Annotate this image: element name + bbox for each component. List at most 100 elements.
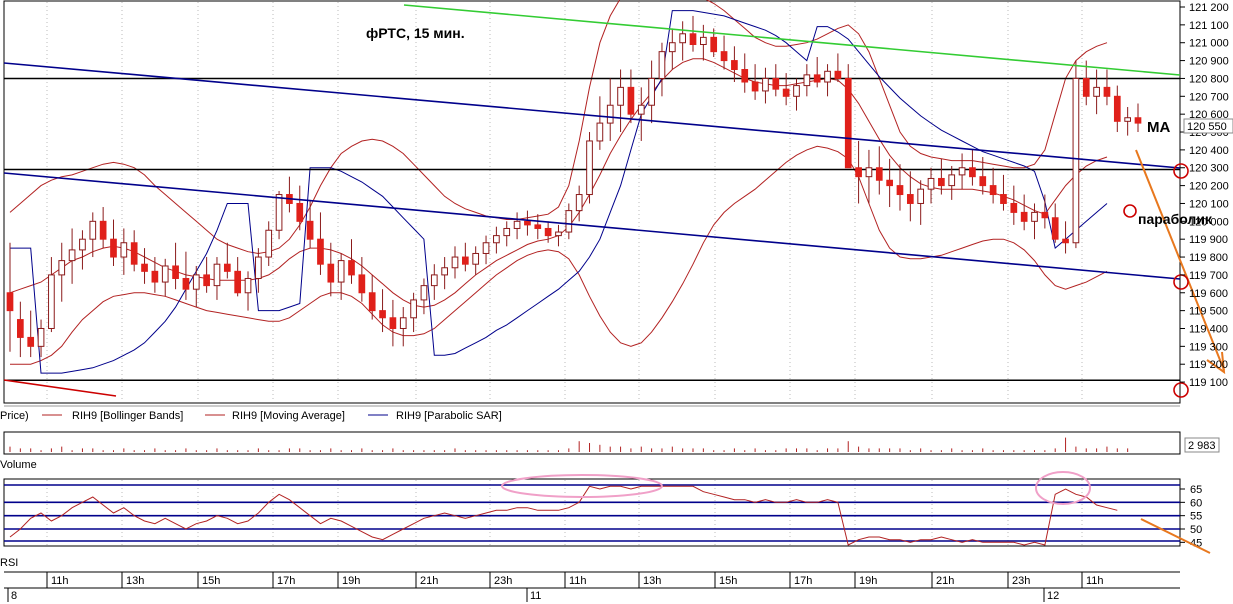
day-tick-label: 12	[1047, 590, 1059, 602]
candle-down	[751, 81, 759, 92]
candle-up	[79, 238, 86, 251]
time-tick-label: 15h	[202, 575, 220, 587]
candle-up	[255, 256, 262, 279]
candle-down	[348, 260, 355, 276]
candle-down	[731, 60, 738, 71]
candle-up	[596, 122, 604, 142]
candle-up	[958, 167, 966, 176]
day-tick-label: 11	[530, 590, 541, 602]
last-price-value: 120 550	[1187, 121, 1227, 133]
legend-sar: RIH9 [Parabolic SAR]	[396, 410, 502, 422]
candle-down	[358, 274, 366, 294]
candle-up	[606, 104, 614, 124]
candle-down	[17, 319, 24, 338]
price-tick-label: 121 200	[1189, 2, 1229, 14]
price-tick-label: 120 800	[1189, 73, 1229, 85]
candle-up	[1031, 211, 1038, 222]
time-tick-label: 21h	[420, 575, 438, 587]
candle-down	[741, 69, 749, 83]
price-axis: 121 200 121 100 121 000 120 900 120 800 120 7…	[1180, 2, 1229, 389]
candle-down	[1000, 194, 1007, 204]
time-tick-label: 13h	[643, 575, 661, 587]
candle-up	[68, 249, 76, 262]
candle-down	[710, 36, 718, 53]
candle-down	[906, 194, 914, 204]
candle-up	[948, 174, 956, 187]
volume-last-value: 2 983	[1188, 440, 1216, 452]
candle-up	[430, 274, 438, 287]
price-tick-label: 119 600	[1189, 288, 1228, 300]
price-tick-label: 120 700	[1189, 91, 1229, 103]
time-tick-label: 17h	[794, 575, 812, 587]
candle-up	[762, 77, 769, 92]
candle-up	[265, 229, 273, 258]
candle-down	[1113, 95, 1121, 122]
ma-annotation: МА	[1147, 119, 1170, 136]
price-tick-label: 119 500	[1189, 306, 1228, 318]
time-tick-label: 19h	[859, 575, 877, 587]
day-tick-label: 8	[11, 590, 17, 602]
volume-label: Volume	[0, 459, 37, 471]
candle-up	[420, 285, 428, 301]
candle-up	[37, 327, 45, 347]
rsi-tick-label: 55	[1190, 511, 1202, 523]
candle-up	[865, 167, 873, 178]
candle-up	[1124, 117, 1131, 122]
candle-up	[637, 104, 645, 115]
candle-down	[141, 263, 148, 272]
candle-down	[989, 185, 997, 196]
candle-down	[938, 177, 945, 187]
candle-down	[1062, 238, 1069, 244]
candle-down	[296, 202, 304, 222]
candle-down	[1020, 211, 1028, 222]
candle-down	[368, 292, 376, 312]
candle-down	[896, 185, 904, 196]
candle-up	[472, 252, 480, 265]
time-tick-label: 15h	[719, 575, 737, 587]
candle-up	[451, 256, 459, 269]
candle-up	[410, 299, 417, 319]
candle-down	[379, 310, 386, 319]
candle-down	[544, 227, 552, 237]
candle-up	[192, 274, 200, 290]
price-tick-label: 119 900	[1189, 234, 1228, 246]
candle-down	[151, 270, 159, 283]
time-tick-label: 19h	[342, 575, 360, 587]
candle-down	[875, 167, 883, 181]
candle-down	[130, 242, 138, 265]
candle-up	[586, 140, 593, 196]
candle-down	[534, 224, 542, 229]
price-tick-label: 120 100	[1189, 198, 1229, 210]
candle-up	[503, 227, 511, 237]
legend: Price) RIH9 [Bollinger Bands] RIH9 [Movi…	[0, 410, 502, 422]
rsi-tick-label: 60	[1190, 497, 1202, 509]
price-tick-label: 119 300	[1189, 341, 1228, 353]
time-tick-label: 13h	[126, 575, 144, 587]
candle-up	[482, 242, 490, 254]
candle-down	[627, 86, 635, 115]
time-tick-label: 23h	[1012, 575, 1030, 587]
candle-down	[813, 74, 821, 83]
candle-up	[48, 274, 55, 329]
candle-down	[969, 167, 976, 178]
candle-down	[772, 77, 780, 90]
legend-price: Price)	[0, 410, 29, 422]
candle-down	[1041, 211, 1049, 219]
candle-down	[182, 277, 190, 290]
candle-down	[1082, 77, 1090, 97]
candle-up	[793, 85, 800, 97]
candle-up	[575, 194, 583, 212]
candle-down	[172, 265, 179, 279]
time-tick-label: 17h	[277, 575, 295, 587]
candle-up	[441, 267, 448, 276]
candle-down	[855, 167, 862, 178]
candle-down	[6, 292, 14, 312]
price-tick-label: 121 000	[1189, 38, 1229, 50]
candle-up	[58, 260, 66, 276]
price-tick-label: 120 200	[1189, 181, 1229, 193]
candle-up	[513, 220, 521, 229]
candle-down	[720, 51, 728, 62]
rsi-label: RSI	[0, 557, 18, 569]
candle-down	[979, 176, 987, 187]
candle-down	[223, 263, 231, 272]
